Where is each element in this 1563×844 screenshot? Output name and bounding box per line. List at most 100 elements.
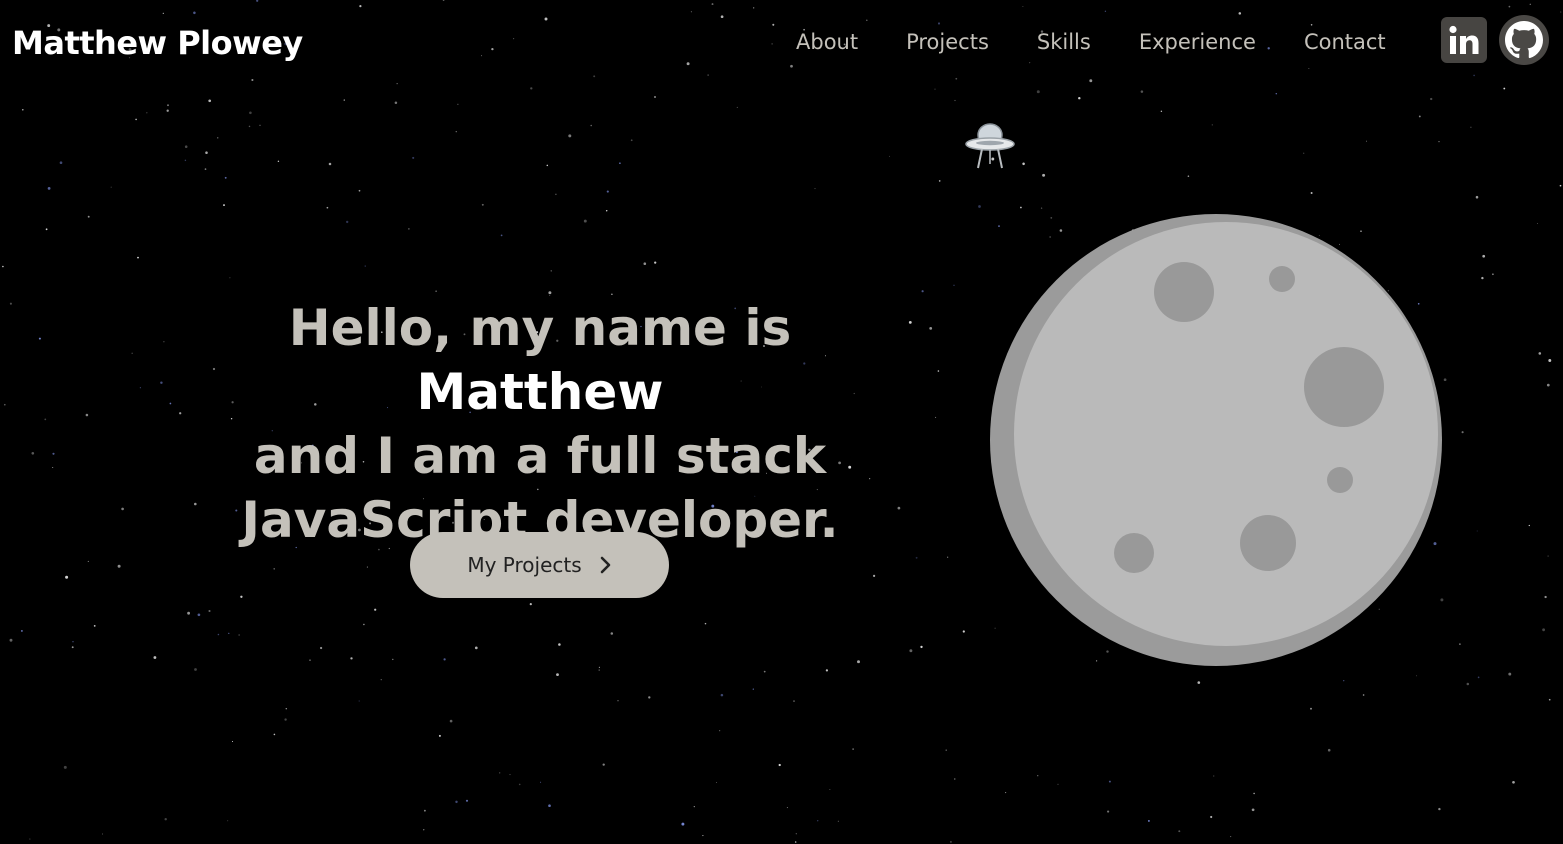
star — [1548, 698, 1551, 701]
star — [837, 820, 839, 822]
star — [1211, 124, 1213, 126]
top-navbar: Matthew Plowey About Projects Skills Exp… — [0, 0, 1563, 86]
star — [249, 111, 252, 115]
star — [424, 809, 426, 812]
star — [954, 778, 956, 780]
star — [945, 749, 947, 751]
star — [449, 719, 453, 723]
my-projects-label: My Projects — [467, 553, 582, 577]
star — [47, 187, 51, 190]
star — [1547, 555, 1549, 557]
star — [1416, 675, 1418, 677]
star — [546, 164, 549, 167]
star — [392, 658, 394, 661]
star — [1508, 672, 1512, 676]
star — [953, 284, 955, 286]
star — [146, 112, 148, 114]
star — [500, 234, 503, 237]
star — [1528, 524, 1530, 527]
star — [117, 564, 121, 568]
star — [71, 646, 74, 649]
nav-link-skills[interactable]: Skills — [1037, 30, 1091, 54]
site-brand[interactable]: Matthew Plowey — [12, 24, 303, 62]
star — [825, 669, 829, 672]
star — [1147, 819, 1150, 822]
star — [394, 101, 398, 105]
star — [1470, 126, 1472, 129]
my-projects-button[interactable]: My Projects — [410, 532, 669, 598]
star — [465, 799, 469, 802]
star — [455, 800, 458, 804]
star — [9, 638, 13, 642]
star — [1140, 90, 1144, 93]
star — [934, 88, 936, 90]
star — [224, 176, 227, 179]
star — [1477, 676, 1480, 679]
star — [1544, 595, 1547, 599]
star — [187, 611, 191, 615]
github-link[interactable] — [1499, 15, 1549, 65]
star — [1459, 643, 1461, 645]
star — [1022, 162, 1025, 166]
star — [20, 629, 23, 632]
star — [228, 632, 230, 635]
star — [598, 666, 600, 668]
star — [1036, 90, 1040, 94]
star — [1253, 792, 1255, 795]
star — [1546, 383, 1550, 387]
star — [1310, 192, 1313, 194]
star — [548, 291, 552, 295]
star — [52, 452, 55, 455]
star — [121, 507, 124, 511]
hero-line-1: Hello, my name is Matthew — [160, 296, 920, 424]
star — [438, 734, 441, 737]
star — [1503, 87, 1506, 90]
star — [1005, 792, 1007, 794]
star — [52, 466, 54, 469]
star — [720, 693, 724, 697]
star — [921, 290, 924, 293]
star — [1303, 152, 1305, 154]
star — [1078, 96, 1081, 100]
star — [197, 613, 201, 617]
star — [794, 841, 797, 843]
linkedin-link[interactable] — [1441, 17, 1487, 63]
star — [443, 658, 446, 661]
star — [380, 679, 382, 681]
chevron-right-icon — [600, 556, 610, 574]
star — [1481, 276, 1484, 280]
star — [590, 124, 592, 127]
star — [736, 106, 738, 108]
star — [1310, 707, 1312, 710]
star — [610, 632, 614, 635]
star — [540, 781, 542, 783]
star — [1366, 140, 1367, 142]
star — [1466, 682, 1470, 686]
nav-link-about[interactable]: About — [796, 30, 858, 54]
star — [857, 660, 860, 664]
star — [309, 659, 311, 661]
nav-link-projects[interactable]: Projects — [906, 30, 989, 54]
star — [1020, 206, 1022, 209]
star — [408, 228, 410, 230]
star — [1160, 110, 1163, 113]
star — [240, 595, 243, 598]
star — [816, 819, 819, 822]
star — [474, 646, 478, 650]
nav-link-experience[interactable]: Experience — [1139, 30, 1256, 54]
hero-name: Matthew — [416, 363, 664, 421]
star — [1542, 628, 1546, 632]
ufo-icon — [965, 123, 1015, 169]
star — [1438, 141, 1440, 143]
github-icon — [1505, 21, 1543, 59]
star — [166, 109, 169, 112]
nav-link-contact[interactable]: Contact — [1304, 30, 1386, 54]
star — [518, 783, 521, 786]
moon-illustration — [990, 214, 1442, 666]
star — [1476, 530, 1478, 532]
star — [693, 805, 695, 808]
star — [555, 193, 557, 196]
star — [929, 327, 933, 330]
star — [1275, 92, 1278, 95]
star — [602, 763, 605, 766]
